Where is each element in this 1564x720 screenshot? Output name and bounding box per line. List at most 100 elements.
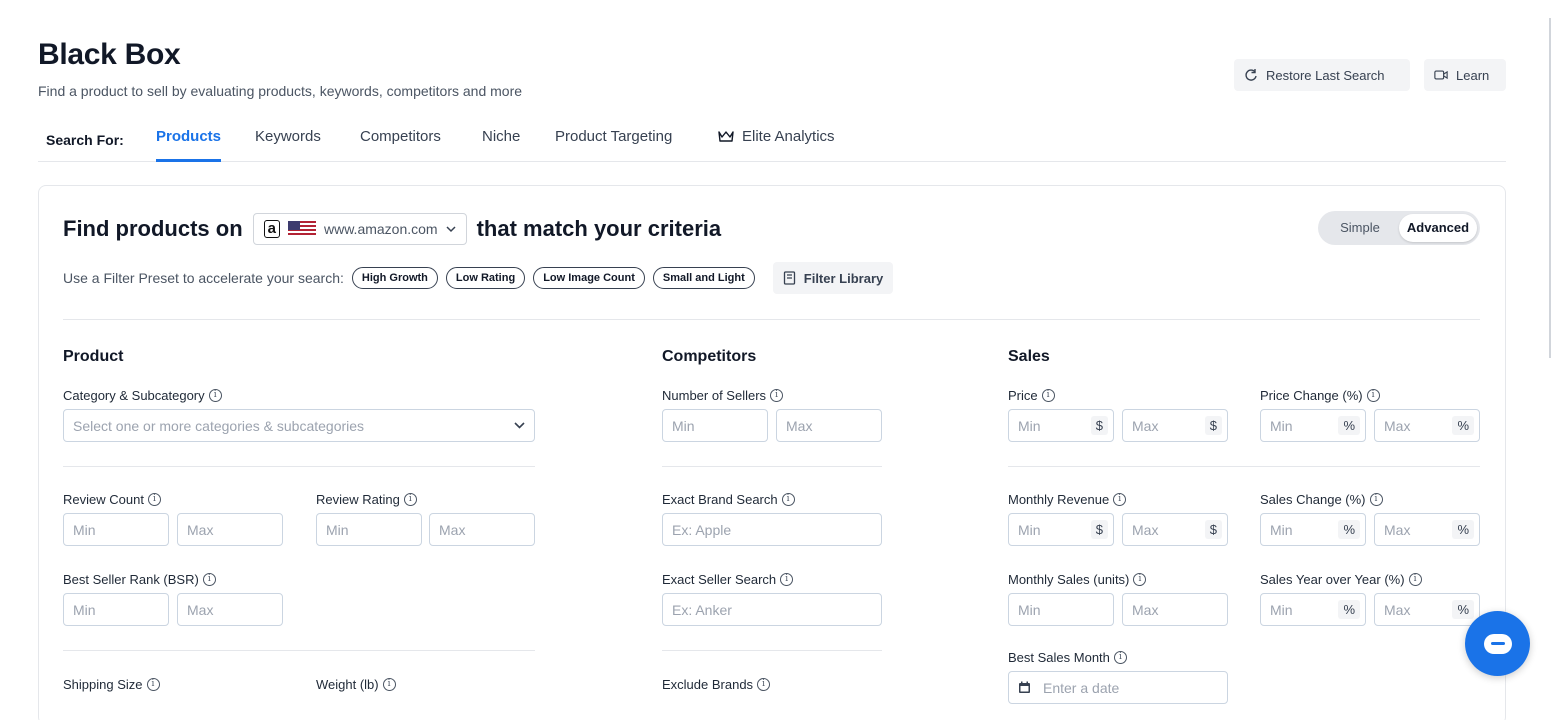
info-icon[interactable]: i [146,678,160,691]
info-icon[interactable]: i [781,493,795,506]
price-max[interactable]: Max $ [1122,409,1228,442]
shipping-size-label-text: Shipping Size [63,677,143,692]
filter-library-button[interactable]: Filter Library [772,262,894,294]
search-for-label: Search For: [46,132,124,148]
bsr-min[interactable]: Min [63,593,169,626]
preset-low-image-count[interactable]: Low Image Count [533,267,645,289]
dollar-unit: $ [1090,416,1108,435]
placeholder-max: Max [1132,417,1159,434]
chat-support-button[interactable] [1465,611,1530,676]
placeholder-max: Max [1132,521,1159,538]
bsr-max[interactable]: Max [177,593,283,626]
monthly-sales-max[interactable]: Max [1122,593,1228,626]
sales-yoy-max[interactable]: Max% [1374,593,1480,626]
info-icon[interactable]: i [1366,389,1380,402]
info-icon[interactable]: i [1113,493,1127,506]
placeholder-min: Min [73,601,96,618]
placeholder-min: Min [73,521,96,538]
price-min[interactable]: Min $ [1008,409,1114,442]
category-label-text: Category & Subcategory [63,388,205,403]
tab-competitors[interactable]: Competitors [360,128,441,162]
mode-simple[interactable]: Simple [1321,214,1399,242]
restore-label: Restore Last Search [1266,67,1385,83]
seller-search-label-text: Exact Seller Search [662,572,777,587]
info-icon[interactable]: i [780,573,794,586]
marketplace-select[interactable]: a www.amazon.com [252,213,467,245]
seller-search-input[interactable]: Ex: Anker [662,593,882,626]
tab-products[interactable]: Products [156,128,222,162]
num-sellers-max[interactable]: Max [776,409,882,442]
amazon-logo-icon: a [263,220,280,238]
scrollbar[interactable] [1549,18,1551,358]
exclude-brands-label: Exclude Brands i [662,677,771,692]
price-change-max[interactable]: Max% [1374,409,1480,442]
placeholder-min: Min [672,417,695,434]
num-sellers-label: Number of Sellers i [662,388,784,403]
competitors-divider [662,466,882,467]
review-rating-max[interactable]: Max [429,513,535,546]
section-sales: Sales [1008,348,1050,365]
num-sellers-min[interactable]: Min [662,409,768,442]
review-count-max[interactable]: Max [177,513,283,546]
sales-change-min[interactable]: Min% [1260,513,1366,546]
info-icon[interactable]: i [1133,573,1147,586]
info-icon[interactable]: i [1041,389,1055,402]
preset-small-and-light[interactable]: Small and Light [652,267,755,289]
competitors-divider [662,650,882,651]
tab-elite-analytics[interactable]: Elite Analytics [718,128,835,162]
sales-change-max[interactable]: Max% [1374,513,1480,546]
search-tabs: Search For: Products Keywords Competitor… [38,118,1506,162]
info-icon[interactable]: i [757,678,771,691]
percent-unit: % [1452,520,1474,539]
info-icon[interactable]: i [147,493,161,506]
monthly-revenue-label-text: Monthly Revenue [1008,492,1110,507]
section-competitors: Competitors [662,348,757,365]
review-rating-label: Review Rating i [316,492,417,507]
monthly-revenue-max[interactable]: Max $ [1122,513,1228,546]
placeholder-min: Min [1270,417,1293,434]
sales-yoy-label-text: Sales Year over Year (%) [1260,572,1405,587]
info-icon[interactable]: i [202,573,216,586]
info-icon[interactable]: i [770,389,784,402]
info-icon[interactable]: i [1113,651,1127,664]
monthly-sales-label: Monthly Sales (units) i [1008,572,1147,587]
preset-low-rating[interactable]: Low Rating [445,267,526,289]
info-icon[interactable]: i [1408,573,1422,586]
info-icon[interactable]: i [382,678,396,691]
price-change-min[interactable]: Min% [1260,409,1366,442]
product-divider [63,650,535,651]
product-divider [63,466,535,467]
monthly-revenue-min[interactable]: Min $ [1008,513,1114,546]
monthly-sales-min[interactable]: Min [1008,593,1114,626]
info-icon[interactable]: i [403,493,417,506]
best-month-input[interactable]: Enter a date [1008,671,1228,704]
video-icon [1434,70,1448,80]
category-select[interactable]: Select one or more categories & subcateg… [63,409,535,442]
tab-keywords[interactable]: Keywords [255,128,321,162]
percent-unit: % [1338,600,1360,619]
review-count-label-text: Review Count [63,492,144,507]
info-icon[interactable]: i [208,389,222,402]
restore-last-search-button[interactable]: Restore Last Search [1234,59,1410,91]
review-rating-min[interactable]: Min [316,513,422,546]
placeholder-max: Max [187,601,214,618]
preset-high-growth[interactable]: High Growth [351,267,438,289]
placeholder-max: Max [439,521,466,538]
mode-toggle[interactable]: Simple Advanced [1318,211,1480,245]
brand-search-input[interactable]: Ex: Apple [662,513,882,546]
placeholder-max: Max [1132,601,1159,618]
sales-yoy-label: Sales Year over Year (%) i [1260,572,1422,587]
sales-yoy-min[interactable]: Min% [1260,593,1366,626]
placeholder-min: Min [326,521,349,538]
info-icon[interactable]: i [1369,493,1383,506]
exclude-brands-label-text: Exclude Brands [662,677,754,692]
placeholder-max: Max [1384,601,1411,618]
seller-search-label: Exact Seller Search i [662,572,794,587]
tab-product-targeting[interactable]: Product Targeting [555,128,672,162]
presets-label: Use a Filter Preset to accelerate your s… [63,270,344,286]
tab-niche[interactable]: Niche [482,128,520,162]
learn-button[interactable]: Learn [1424,59,1506,91]
sales-change-label-text: Sales Change (%) [1260,492,1366,507]
mode-advanced[interactable]: Advanced [1399,214,1477,242]
review-count-min[interactable]: Min [63,513,169,546]
